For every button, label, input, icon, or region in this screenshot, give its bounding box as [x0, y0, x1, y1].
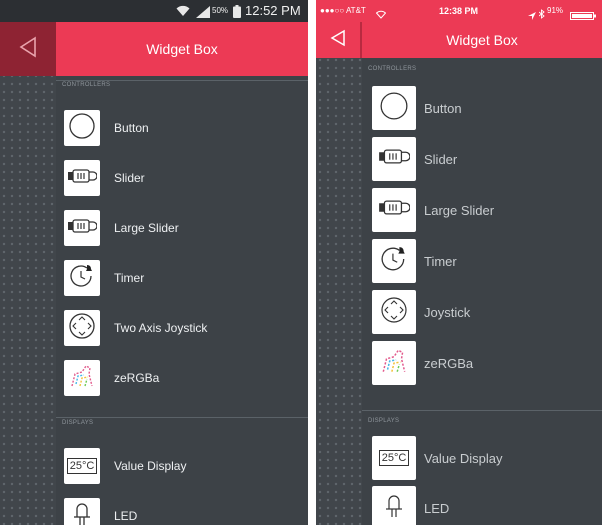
section-label-displays: DISPLAYS [62, 420, 94, 426]
battery-percent: 50% [212, 6, 229, 15]
status-time: 12:38 PM [439, 6, 479, 16]
widget-label: LED [114, 509, 138, 523]
widget-tile [64, 498, 100, 525]
widget-label: Button [424, 100, 462, 116]
app-header: Widget Box [0, 22, 308, 76]
widget-item-zergba[interactable]: zeRGBa [56, 360, 308, 396]
widget-tile [64, 360, 100, 396]
large-slider-icon [378, 199, 411, 221]
widget-label: Value Display [114, 459, 187, 473]
page-title: Widget Box [146, 41, 218, 57]
widget-item-value-display[interactable]: 25°C Value Display [362, 436, 602, 480]
zebra-icon [68, 364, 96, 393]
circle-icon [68, 112, 96, 145]
widget-tile [64, 310, 100, 346]
widget-tile [372, 86, 416, 130]
back-button[interactable] [0, 22, 56, 76]
section-divider [56, 417, 308, 418]
widget-item-large-slider[interactable]: Large Slider [56, 210, 308, 246]
back-button[interactable] [316, 22, 362, 58]
widget-tile: 25°C [372, 436, 416, 480]
section-label-displays: DISPLAYS [368, 418, 400, 424]
widget-label: Timer [424, 253, 457, 269]
signal-icon [196, 5, 210, 23]
led-icon [384, 493, 404, 524]
widget-item-slider[interactable]: Slider [56, 160, 308, 196]
widget-tile [64, 260, 100, 296]
canvas-dot-grid [316, 0, 362, 525]
android-screen: 50% 12:52 PM Widget Box CONTROLLERS Butt… [0, 0, 308, 525]
widget-item-timer[interactable]: Timer [56, 260, 308, 296]
carrier-label: ●●●○○ AT&T [320, 6, 366, 15]
widget-label: Joystick [424, 304, 471, 320]
status-bar: 50% 12:52 PM [0, 0, 308, 22]
slider-icon [378, 148, 411, 170]
back-arrow-icon [330, 29, 346, 52]
widget-label: zeRGBa [424, 355, 474, 371]
widget-tile [64, 160, 100, 196]
widget-label: Large Slider [114, 221, 179, 235]
widget-tile: 25°C [64, 448, 100, 484]
widget-item-button[interactable]: Button [362, 86, 602, 130]
widget-item-value-display[interactable]: 25°C Value Display [56, 448, 308, 484]
widget-label: LED [424, 500, 450, 516]
battery-percent: 91% [547, 6, 564, 15]
large-slider-icon [67, 218, 98, 239]
widget-tile [372, 486, 416, 525]
section-divider [362, 410, 602, 411]
widget-item-joystick[interactable]: Two Axis Joystick [56, 310, 308, 346]
widget-label: Slider [424, 151, 458, 167]
battery-icon [233, 5, 241, 23]
widget-item-zergba[interactable]: zeRGBa [362, 341, 602, 385]
ios-screen: ●●●○○ AT&T 12:38 PM 91% Widget Box CONTR… [316, 0, 602, 525]
widget-label: Two Axis Joystick [114, 321, 208, 335]
value-display-icon: 25°C [66, 458, 98, 474]
status-bar: ●●●○○ AT&T 12:38 PM 91% [316, 0, 602, 22]
section-divider [56, 80, 308, 81]
widget-label: Button [114, 121, 149, 135]
widget-label: Value Display [424, 450, 503, 466]
widget-tile [372, 137, 416, 181]
widget-item-slider[interactable]: Slider [362, 137, 602, 181]
app-header: Widget Box [316, 22, 602, 58]
widget-label: Large Slider [424, 202, 495, 218]
circle-icon [379, 91, 409, 126]
joystick-icon [380, 296, 408, 329]
widget-item-joystick[interactable]: Joystick [362, 290, 602, 334]
zebra-icon [379, 348, 409, 379]
slider-icon [67, 168, 98, 189]
widget-tile [64, 210, 100, 246]
widget-item-led[interactable]: LED [362, 486, 602, 525]
widget-label: Slider [114, 171, 145, 185]
section-label-controllers: CONTROLLERS [368, 66, 417, 72]
page-title: Widget Box [446, 32, 518, 48]
wifi-icon [176, 4, 190, 22]
timer-icon [69, 263, 95, 294]
widget-item-timer[interactable]: Timer [362, 239, 602, 283]
value-display-icon: 25°C [378, 450, 410, 466]
widget-label: zeRGBa [114, 371, 160, 385]
widget-label: Timer [114, 271, 145, 285]
widget-item-large-slider[interactable]: Large Slider [362, 188, 602, 232]
joystick-icon [68, 312, 96, 345]
widget-tile [372, 239, 416, 283]
back-arrow-icon [19, 36, 37, 63]
widget-tile [372, 341, 416, 385]
led-icon [72, 501, 92, 525]
timer-icon [380, 245, 408, 278]
status-time: 12:52 PM [245, 3, 301, 18]
widget-item-button[interactable]: Button [56, 110, 308, 146]
widget-box-panel: CONTROLLERS Button Slider Large Slider T… [56, 76, 308, 525]
widget-box-panel: CONTROLLERS Button Slider Large Slider T… [362, 58, 602, 525]
widget-tile [372, 188, 416, 232]
widget-item-led[interactable]: LED [56, 498, 308, 525]
canvas-dot-grid [0, 0, 56, 525]
section-label-controllers: CONTROLLERS [62, 82, 111, 88]
widget-tile [64, 110, 100, 146]
widget-tile [372, 290, 416, 334]
